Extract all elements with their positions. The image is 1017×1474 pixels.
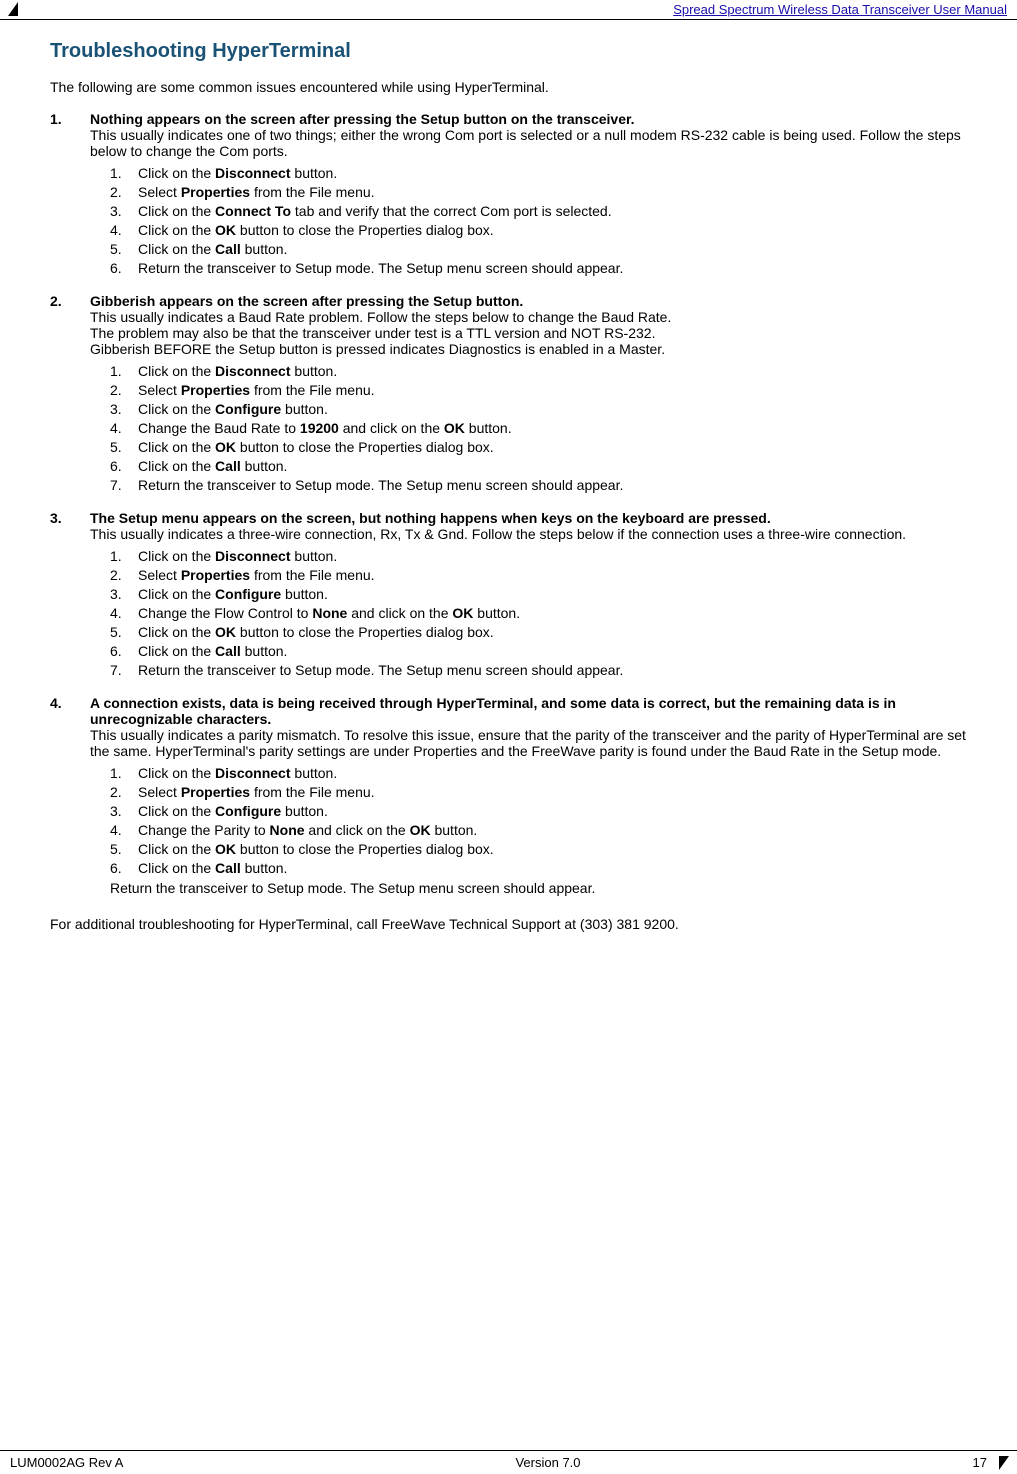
list-item-1: 1. Nothing appears on the screen after p…	[50, 111, 967, 279]
item-2-steps: 1.Click on the Disconnect button. 2.Sele…	[110, 363, 967, 493]
step-4-5: 5.Click on the OK button to close the Pr…	[110, 841, 967, 857]
step-2-7: 7.Return the transceiver to Setup mode. …	[110, 477, 967, 493]
step-1-3: 3.Click on the Connect To tab and verify…	[110, 203, 967, 219]
step-1-4: 4.Click on the OK button to close the Pr…	[110, 222, 967, 238]
item-3-steps: 1.Click on the Disconnect button. 2.Sele…	[110, 548, 967, 678]
footer-triangle-icon	[999, 1456, 1009, 1470]
step-2-2: 2.Select Properties from the File menu.	[110, 382, 967, 398]
item-2-content: Gibberish appears on the screen after pr…	[90, 293, 967, 496]
intro-text: The following are some common issues enc…	[50, 79, 967, 95]
step-1-5: 5.Click on the Call button.	[110, 241, 967, 257]
item-3-body: This usually indicates a three-wire conn…	[90, 526, 967, 542]
step-2-1: 1.Click on the Disconnect button.	[110, 363, 967, 379]
footer-left: LUM0002AG Rev A	[10, 1455, 123, 1470]
list-item-3: 3. The Setup menu appears on the screen,…	[50, 510, 967, 681]
step-4-3: 3.Click on the Configure button.	[110, 803, 967, 819]
step-2-5: 5.Click on the OK button to close the Pr…	[110, 439, 967, 455]
item-4-content: A connection exists, data is being recei…	[90, 695, 967, 896]
main-content: Troubleshooting HyperTerminal The follow…	[0, 20, 1017, 1012]
item-1-steps: 1.Click on the Disconnect button. 2.Sele…	[110, 165, 967, 276]
item-2-heading: Gibberish appears on the screen after pr…	[90, 293, 967, 309]
step-3-1: 1.Click on the Disconnect button.	[110, 548, 967, 564]
item-3-num: 3.	[50, 510, 90, 526]
item-2-body: This usually indicates a Baud Rate probl…	[90, 309, 967, 357]
step-1-6: 6.Return the transceiver to Setup mode. …	[110, 260, 967, 276]
step-3-3: 3.Click on the Configure button.	[110, 586, 967, 602]
item-4-after-steps: Return the transceiver to Setup mode. Th…	[110, 880, 967, 896]
step-3-4: 4.Change the Flow Control to None and cl…	[110, 605, 967, 621]
header-title: Spread Spectrum Wireless Data Transceive…	[673, 2, 1007, 17]
header-triangle-icon	[8, 2, 18, 16]
list-item-2: 2. Gibberish appears on the screen after…	[50, 293, 967, 496]
item-1-num: 1.	[50, 111, 90, 127]
step-2-6: 6.Click on the Call button.	[110, 458, 967, 474]
main-list: 1. Nothing appears on the screen after p…	[50, 111, 967, 896]
step-3-2: 2.Select Properties from the File menu.	[110, 567, 967, 583]
footer: LUM0002AG Rev A Version 7.0 17	[0, 1450, 1017, 1474]
page-title: Troubleshooting HyperTerminal	[50, 40, 967, 63]
header: Spread Spectrum Wireless Data Transceive…	[0, 0, 1017, 20]
step-2-3: 3.Click on the Configure button.	[110, 401, 967, 417]
step-4-4: 4.Change the Parity to None and click on…	[110, 822, 967, 838]
item-4-num: 4.	[50, 695, 90, 711]
step-4-2: 2.Select Properties from the File menu.	[110, 784, 967, 800]
item-3-content: The Setup menu appears on the screen, bu…	[90, 510, 967, 681]
item-4-body: This usually indicates a parity mismatch…	[90, 727, 967, 759]
step-2-4: 4.Change the Baud Rate to 19200 and clic…	[110, 420, 967, 436]
item-3-heading: The Setup menu appears on the screen, bu…	[90, 510, 967, 526]
item-1-content: Nothing appears on the screen after pres…	[90, 111, 967, 279]
step-1-1: 1.Click on the Disconnect button.	[110, 165, 967, 181]
step-4-1: 1.Click on the Disconnect button.	[110, 765, 967, 781]
step-1-2: 2.Select Properties from the File menu.	[110, 184, 967, 200]
item-4-steps: 1.Click on the Disconnect button. 2.Sele…	[110, 765, 967, 876]
step-3-6: 6.Click on the Call button.	[110, 643, 967, 659]
footer-center: Version 7.0	[515, 1455, 580, 1470]
item-1-body: This usually indicates one of two things…	[90, 127, 967, 159]
step-3-5: 5.Click on the OK button to close the Pr…	[110, 624, 967, 640]
step-3-7: 7.Return the transceiver to Setup mode. …	[110, 662, 967, 678]
step-4-6: 6.Click on the Call button.	[110, 860, 967, 876]
item-1-heading: Nothing appears on the screen after pres…	[90, 111, 967, 127]
item-2-num: 2.	[50, 293, 90, 309]
item-4-heading: A connection exists, data is being recei…	[90, 695, 967, 727]
list-item-4: 4. A connection exists, data is being re…	[50, 695, 967, 896]
additional-note: For additional troubleshooting for Hyper…	[50, 916, 967, 932]
